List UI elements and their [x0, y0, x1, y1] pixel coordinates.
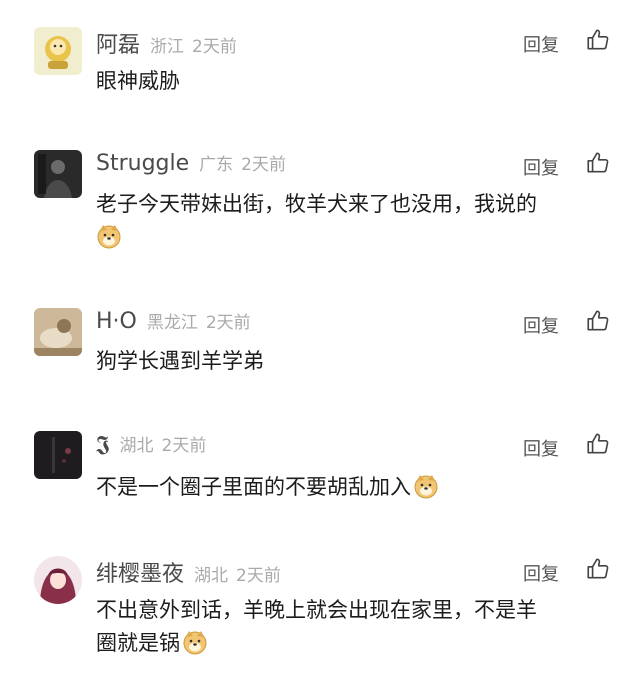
comment-text: 不是一个圈子里面的不要胡乱加入: [96, 471, 616, 504]
comment-meta: H·O 黑龙江 2天前: [96, 308, 251, 340]
doge-emoji: [96, 223, 122, 249]
avatar[interactable]: [34, 150, 82, 198]
comment-text-line: 老子今天带妹出街，牧羊犬来了也没用，我说的: [96, 192, 537, 216]
timestamp: 2天前: [161, 436, 207, 456]
location: 湖北: [119, 436, 154, 456]
thumbs-up-icon[interactable]: [585, 150, 611, 176]
comment-text-line: 狗学长遇到羊学弟: [96, 349, 264, 373]
timestamp: 2天前: [241, 155, 286, 175]
location: 黑龙江: [146, 313, 198, 333]
comment-text: 不出意外到话，羊晚上就会出现在家里，不是羊 圈就是锅: [96, 594, 616, 660]
doge-emoji: [413, 473, 439, 499]
thumbs-up-icon[interactable]: [585, 556, 611, 582]
username[interactable]: Struggle: [96, 151, 189, 176]
reply-button[interactable]: 回复: [523, 31, 559, 57]
avatar[interactable]: [34, 431, 82, 479]
location: 湖北: [194, 566, 229, 586]
comment-text-line: 不出意外到话，羊晚上就会出现在家里，不是羊: [96, 598, 537, 622]
comment-text-line: 不是一个圈子里面的不要胡乱加入: [96, 475, 411, 499]
comment-text: 眼神威胁: [96, 65, 616, 98]
comment-text: 狗学长遇到羊学弟: [96, 345, 616, 378]
avatar[interactable]: [34, 27, 82, 75]
reply-button[interactable]: 回复: [523, 560, 559, 586]
timestamp: 2天前: [192, 37, 237, 57]
comment-text: 老子今天带妹出街，牧羊犬来了也没用，我说的: [96, 188, 616, 254]
timestamp: 2天前: [205, 313, 251, 333]
comment-meta: Struggle 广东 2天前: [96, 150, 286, 182]
username[interactable]: 绯樱墨夜: [96, 556, 184, 588]
username[interactable]: 𝕵: [96, 432, 110, 457]
reply-button[interactable]: 回复: [523, 154, 559, 180]
comment-text-line: 眼神威胁: [96, 69, 180, 93]
location: 浙江: [150, 37, 185, 57]
thumbs-up-icon[interactable]: [585, 27, 611, 53]
location: 广东: [199, 155, 234, 175]
avatar[interactable]: [34, 308, 82, 356]
comment-meta: 𝕵 湖北 2天前: [96, 431, 206, 463]
username[interactable]: 阿磊: [96, 27, 140, 59]
avatar[interactable]: [34, 556, 82, 604]
comment-meta: 绯樱墨夜 湖北 2天前: [96, 556, 281, 588]
thumbs-up-icon[interactable]: [585, 308, 611, 334]
timestamp: 2天前: [236, 566, 281, 586]
comment-meta: 阿磊 浙江 2天前: [96, 27, 237, 59]
doge-emoji: [182, 629, 208, 655]
reply-button[interactable]: 回复: [523, 312, 559, 338]
thumbs-up-icon[interactable]: [585, 431, 611, 457]
reply-button[interactable]: 回复: [523, 435, 559, 461]
username[interactable]: H·O: [96, 309, 137, 334]
comment-list: { "comments": [ { "username": "阿磊", "loc…: [0, 0, 640, 686]
comment-text-line: 圈就是锅: [96, 631, 180, 655]
